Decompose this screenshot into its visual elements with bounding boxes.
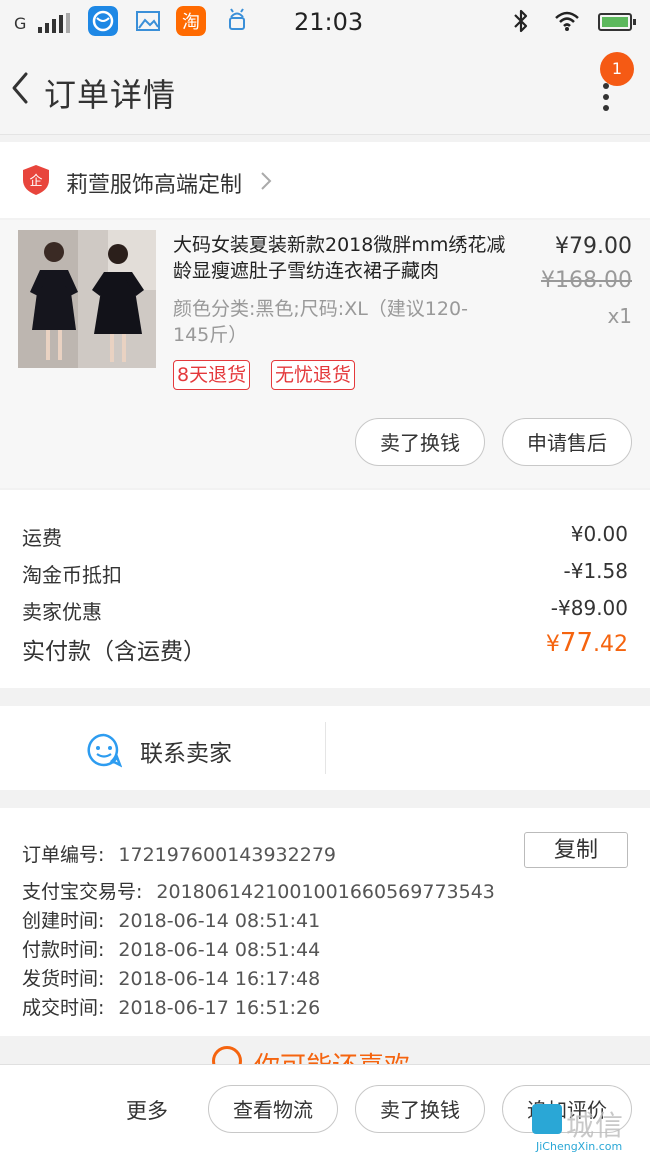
guess-you-like-banner: 你可能还喜欢 bbox=[0, 1036, 650, 1066]
order-number-label: 订单编号: bbox=[22, 844, 105, 866]
total-decimal: .42 bbox=[593, 632, 628, 657]
sell-for-cash-button[interactable]: 卖了换钱 bbox=[355, 418, 485, 466]
signal-icon bbox=[38, 13, 70, 33]
shipped-time-row: 发货时间: 2018-06-14 16:17:48 bbox=[22, 964, 320, 991]
order-info-section: 订单编号: 172197600143932279 复制 支付宝交易号: 201806… bbox=[0, 808, 650, 1036]
return-tag-8day: 8天退货 bbox=[173, 360, 251, 390]
product-image[interactable] bbox=[18, 230, 156, 368]
completed-time-row: 成交时间: 2018-06-17 16:51:26 bbox=[22, 993, 320, 1020]
paid-time-row: 付款时间: 2018-06-14 08:51:44 bbox=[22, 935, 320, 962]
product-quantity: x1 bbox=[607, 304, 632, 328]
created-time-label: 创建时间: bbox=[22, 910, 105, 932]
created-time-value: 2018-06-14 08:51:41 bbox=[118, 910, 321, 932]
battery-icon bbox=[598, 13, 636, 31]
status-bar: G 淘 21:03 bbox=[0, 0, 650, 46]
notification-badge: 1 bbox=[600, 52, 634, 86]
total-paid-label: 实付款（含运费） bbox=[22, 639, 206, 665]
guess-you-like-text: 你可能还喜欢 bbox=[254, 1046, 410, 1066]
shipped-time-label: 发货时间: bbox=[22, 968, 105, 990]
product-spec: 颜色分类:黑色;尺码:XL（建议120-145斤） bbox=[173, 298, 468, 346]
product-original-price: ¥168.00 bbox=[541, 268, 632, 293]
order-number-value: 172197600143932279 bbox=[118, 844, 336, 866]
page-title: 订单详情 bbox=[44, 76, 177, 114]
product-title[interactable]: 大码女装夏装新款2018微胖mm绣花减龄显瘦遮肚子雪纺连衣裙子藏肉 bbox=[173, 232, 523, 284]
completed-time-label: 成交时间: bbox=[22, 997, 105, 1019]
product-price: ¥79.00 bbox=[555, 234, 632, 259]
watermark-url: JiChengXin.com bbox=[536, 1140, 623, 1153]
wifi-icon bbox=[555, 11, 579, 31]
chevron-right-icon bbox=[261, 172, 272, 190]
paid-time-label: 付款时间: bbox=[22, 939, 105, 961]
order-number-row: 订单编号: 172197600143932279 bbox=[22, 840, 336, 867]
shipped-time-value: 2018-06-14 16:17:48 bbox=[118, 968, 321, 990]
shipping-fee-label: 运费 bbox=[22, 526, 62, 550]
fees-section: 运费 ¥0.00 淘金币抵扣 -¥1.58 卖家优惠 -¥89.00 实付款（含… bbox=[0, 490, 650, 688]
view-logistics-button[interactable]: 查看物流 bbox=[208, 1085, 338, 1133]
completed-time-value: 2018-06-17 16:51:26 bbox=[118, 997, 321, 1019]
contact-section: 联系卖家 bbox=[0, 706, 650, 790]
coin-deduction-label: 淘金币抵扣 bbox=[22, 563, 122, 587]
product-card[interactable]: 大码女装夏装新款2018微胖mm绣花减龄显瘦遮肚子雪纺连衣裙子藏肉 ¥79.00… bbox=[0, 220, 650, 488]
more-actions-button[interactable]: 更多 bbox=[126, 1095, 168, 1125]
taobao-app-icon: 淘 bbox=[176, 6, 206, 36]
svg-text:淘: 淘 bbox=[182, 12, 200, 33]
shipping-fee-value: ¥0.00 bbox=[570, 522, 628, 546]
alipay-trade-label: 支付宝交易号: bbox=[22, 881, 143, 903]
android-app-icon bbox=[229, 8, 245, 30]
return-tag-worryfree: 无忧退货 bbox=[271, 360, 356, 390]
alipay-trade-value: 2018061421001001660569773543 bbox=[156, 881, 495, 903]
total-currency: ¥ bbox=[545, 632, 560, 657]
back-arrow-icon[interactable] bbox=[6, 66, 40, 110]
bluetooth-icon bbox=[514, 9, 528, 33]
gallery-app-icon bbox=[136, 11, 160, 31]
seller-discount-value: -¥89.00 bbox=[550, 596, 628, 620]
total-paid-value: ¥77.42 bbox=[546, 628, 628, 658]
watermark-text: 城信 bbox=[566, 1109, 625, 1142]
shop-shield-icon: 企 bbox=[23, 165, 49, 195]
created-time-row: 创建时间: 2018-06-14 08:51:41 bbox=[22, 906, 320, 933]
chat-smile-icon[interactable] bbox=[86, 732, 122, 768]
shop-row[interactable]: 企 莉萱服饰高端定制 bbox=[0, 142, 650, 218]
shop-name[interactable]: 莉萱服饰高端定制 bbox=[66, 167, 242, 199]
carrier-label: G bbox=[14, 14, 27, 33]
coin-deduction-value: -¥1.58 bbox=[563, 559, 628, 583]
sell-for-cash-bottom-button[interactable]: 卖了换钱 bbox=[355, 1085, 485, 1133]
watermark-logo bbox=[532, 1104, 562, 1134]
seller-discount-label: 卖家优惠 bbox=[22, 600, 102, 624]
nav-bar: 订单详情 1 bbox=[0, 46, 650, 135]
total-integer: 77 bbox=[559, 628, 593, 658]
after-sales-button[interactable]: 申请售后 bbox=[502, 418, 632, 466]
browser-app-icon bbox=[88, 6, 118, 36]
paid-time-value: 2018-06-14 08:51:44 bbox=[118, 939, 321, 961]
heart-circle-icon bbox=[212, 1046, 242, 1066]
copy-button[interactable]: 复制 bbox=[524, 832, 628, 868]
alipay-trade-row: 支付宝交易号: 2018061421001001660569773543 bbox=[22, 877, 495, 904]
clock: 21:03 bbox=[294, 8, 364, 36]
svg-text:企: 企 bbox=[29, 173, 42, 189]
divider bbox=[325, 722, 326, 774]
contact-seller-button[interactable]: 联系卖家 bbox=[140, 734, 232, 768]
